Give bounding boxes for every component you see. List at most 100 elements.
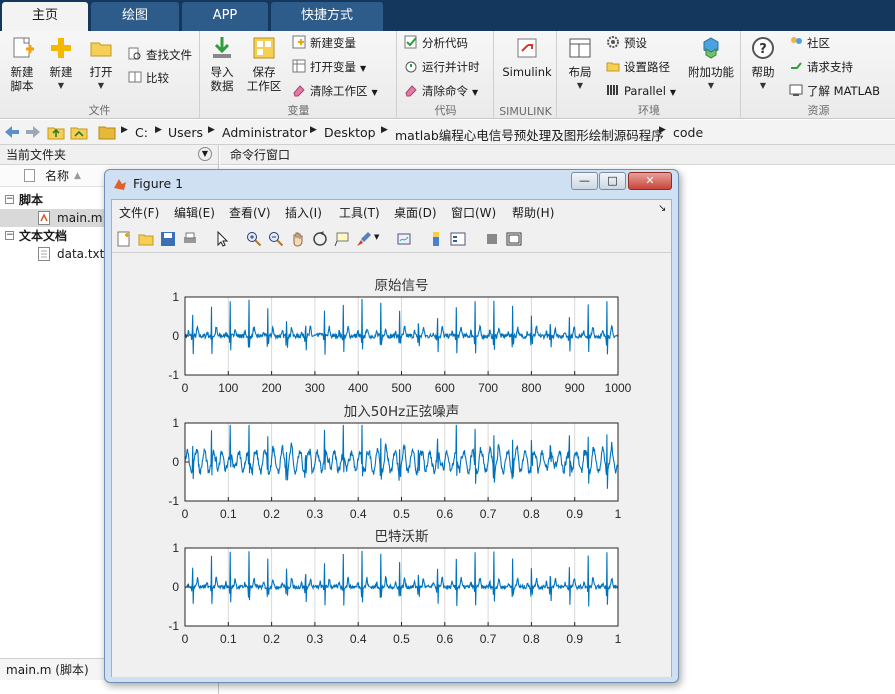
- x-tick-label: 0: [182, 507, 189, 521]
- help-button[interactable]: ? 帮助 ▼: [744, 33, 782, 93]
- open-variable-button[interactable]: 打开变量 ▼: [292, 57, 366, 77]
- import-data-button[interactable]: 导入 数据: [203, 33, 241, 93]
- clear-workspace-button[interactable]: 清除工作区 ▼: [292, 81, 378, 101]
- learn-matlab-button[interactable]: 了解 MATLAB: [789, 81, 880, 101]
- menu-file[interactable]: 文件(F): [119, 204, 159, 221]
- x-tick-label: 0.2: [263, 632, 280, 646]
- open-file-icon[interactable]: [138, 231, 154, 247]
- open-button[interactable]: 打开 ▼: [82, 33, 120, 93]
- plot-area[interactable]: 0 100 200 300 400 500 600 700 800 900 1000 -1 0 1 原始信号…: [112, 254, 671, 677]
- minimize-button[interactable]: —: [571, 172, 598, 190]
- simulink-button[interactable]: Simulink: [498, 33, 556, 79]
- x-tick-label: 0.7: [480, 632, 497, 646]
- crumb-administrator[interactable]: Administrator: [222, 125, 307, 140]
- column-name-header[interactable]: 名称: [45, 165, 69, 187]
- save-icon[interactable]: [160, 231, 176, 247]
- x-tick-label: 0.3: [307, 632, 324, 646]
- data-cursor-icon[interactable]: [334, 231, 350, 247]
- group-environment: 布局 ▼ 预设 设置路径 Parallel ▼ 附加功能 ▼ 环境: [558, 31, 741, 119]
- new-variable-button[interactable]: 新建变量: [292, 33, 356, 53]
- figure-title-bar[interactable]: Figure 1 — □ ✕: [105, 170, 678, 198]
- subplots-canvas[interactable]: 0 100 200 300 400 500 600 700 800 900 1000-101原始信号…: [112, 254, 671, 677]
- menu-help[interactable]: 帮助(H): [512, 204, 554, 221]
- tab-plots[interactable]: 绘图: [91, 2, 179, 31]
- x-tick-label: 500: [391, 381, 411, 395]
- help-label: 帮助: [751, 65, 775, 79]
- menu-insert[interactable]: 插入(I): [285, 204, 322, 221]
- legend-icon[interactable]: [450, 231, 466, 247]
- y-tick-label: -1: [168, 494, 179, 508]
- crumb-separator: ▶: [381, 125, 388, 135]
- preferences-button[interactable]: 预设: [606, 33, 647, 53]
- chevron-down-icon[interactable]: ▼: [374, 233, 379, 241]
- analyze-code-button[interactable]: 分析代码: [404, 33, 468, 53]
- forward-arrow-icon[interactable]: [24, 124, 42, 140]
- addons-button[interactable]: 附加功能 ▼: [686, 33, 736, 93]
- menu-overflow-icon[interactable]: ↘: [658, 203, 666, 214]
- back-arrow-icon[interactable]: [3, 124, 21, 140]
- rotate-3d-icon[interactable]: [312, 231, 328, 247]
- figure-toolbar: ▼: [112, 225, 671, 253]
- x-tick-label: 900: [565, 381, 585, 395]
- crumb-desktop[interactable]: Desktop: [324, 125, 376, 140]
- x-tick-label: 0.6: [436, 632, 453, 646]
- collapse-icon[interactable]: −: [5, 231, 14, 240]
- brush-icon[interactable]: [356, 231, 372, 247]
- request-support-button[interactable]: 请求支持: [789, 57, 853, 77]
- find-files-icon: [128, 47, 141, 60]
- figure-window[interactable]: Figure 1 — □ ✕ 文件(F) 编辑(E) 查看(V) 插入(I) 工…: [104, 169, 679, 683]
- maximize-button[interactable]: □: [599, 172, 626, 190]
- tab-home[interactable]: 主页: [2, 2, 88, 31]
- save-workspace-button[interactable]: 保存 工作区: [245, 33, 283, 93]
- file-name: main.m: [57, 211, 103, 225]
- group-variable: 导入 数据 保存 工作区 新建变量 打开变量 ▼ 清除工作区 ▼ 变量: [201, 31, 397, 119]
- text-file-icon: [38, 247, 50, 261]
- menu-view[interactable]: 查看(V): [229, 204, 271, 221]
- crumb-users[interactable]: Users: [168, 125, 203, 140]
- show-plot-tools-icon[interactable]: [506, 231, 522, 247]
- layout-label: 布局: [568, 65, 592, 79]
- new-figure-icon[interactable]: [116, 231, 132, 247]
- set-path-button[interactable]: 设置路径: [606, 57, 670, 77]
- svg-text:?: ?: [759, 42, 767, 57]
- learn-icon: [789, 84, 803, 96]
- collapse-icon[interactable]: −: [5, 195, 14, 204]
- find-files-button[interactable]: 查找文件: [128, 45, 192, 65]
- pointer-icon[interactable]: [214, 231, 230, 247]
- tab-apps[interactable]: APP: [182, 2, 268, 31]
- link-plot-icon[interactable]: [396, 231, 412, 247]
- panel-menu-icon[interactable]: ▼: [198, 147, 212, 161]
- new-button[interactable]: 新建 ▼: [42, 33, 80, 93]
- run-and-time-button[interactable]: 运行并计时: [404, 57, 480, 77]
- x-tick-label: 1000: [605, 381, 632, 395]
- pan-hand-icon[interactable]: [290, 231, 306, 247]
- tab-shortcuts[interactable]: 快捷方式: [271, 2, 383, 31]
- x-tick-label: 0.3: [307, 507, 324, 521]
- menu-edit[interactable]: 编辑(E): [174, 204, 215, 221]
- x-tick-label: 0.5: [393, 632, 410, 646]
- crumb-project-folder[interactable]: matlab编程心电信号预处理及图形绘制源码程序: [395, 125, 664, 144]
- menu-tools[interactable]: 工具(T): [339, 204, 380, 221]
- x-tick-label: 0.9: [566, 632, 583, 646]
- compare-button[interactable]: 比较: [128, 68, 169, 88]
- print-icon[interactable]: [182, 231, 198, 247]
- zoom-out-icon[interactable]: [268, 231, 284, 247]
- parallel-icon: [607, 85, 618, 95]
- crumb-code[interactable]: code: [673, 125, 703, 140]
- up-folder-icon[interactable]: [47, 124, 65, 140]
- layout-button[interactable]: 布局 ▼: [561, 33, 599, 93]
- close-button[interactable]: ✕: [628, 172, 672, 190]
- menu-desktop[interactable]: 桌面(D): [394, 204, 437, 221]
- community-button[interactable]: 社区: [789, 33, 830, 53]
- zoom-in-icon[interactable]: [246, 231, 262, 247]
- crumb-drive[interactable]: C:: [135, 125, 148, 140]
- hide-plot-tools-icon[interactable]: [484, 231, 500, 247]
- x-tick-label: 600: [435, 381, 455, 395]
- new-script-button[interactable]: 新建 脚本: [3, 33, 41, 93]
- parallel-button[interactable]: Parallel ▼: [606, 81, 676, 101]
- colorbar-icon[interactable]: [428, 231, 444, 247]
- menu-window[interactable]: 窗口(W): [451, 204, 496, 221]
- subplot-1: 0 100 200 300 400 500 600 700 800 900 1000-101原始信号: [168, 278, 631, 395]
- browse-folder-icon[interactable]: [70, 124, 88, 140]
- clear-commands-button[interactable]: 清除命令 ▼: [404, 81, 478, 101]
